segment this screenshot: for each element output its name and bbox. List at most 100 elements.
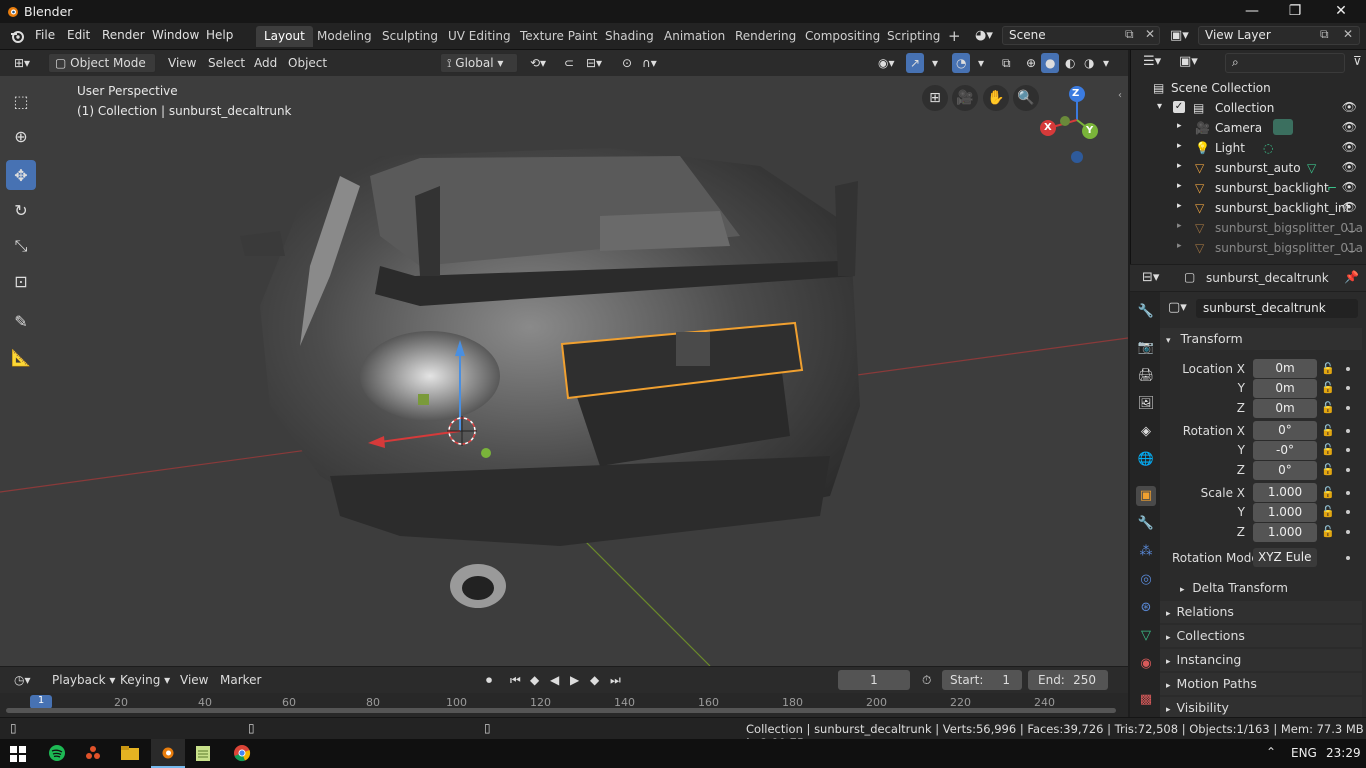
start-frame-field[interactable]: Start: 1 [942,670,1022,690]
menu-object[interactable]: Object [284,53,331,73]
remove-view-layer-icon[interactable]: ✕ [1343,27,1353,41]
eye-icon[interactable]: 👁 [1342,180,1357,194]
scale-y-field[interactable]: 1.000 [1253,503,1317,522]
maximize-button[interactable]: ❐ [1272,0,1318,23]
location-x-field[interactable]: 0m [1253,359,1317,378]
play-reverse-icon[interactable]: ◀ [546,670,563,690]
menu-file[interactable]: File [35,28,55,42]
keyframe-dot-icon[interactable] [1346,510,1350,514]
keyframe-dot-icon[interactable] [1346,367,1350,371]
motion-paths-panel-header[interactable]: ▸ Motion Paths [1160,673,1362,695]
end-frame-field[interactable]: End: 250 [1028,670,1108,690]
outliner-item-mesh[interactable]: ▸ ▽ sunburst_auto ▽ 👁 [1131,158,1366,178]
move-tool-icon[interactable]: ✥ [6,160,36,190]
add-workspace-button[interactable]: + [940,26,969,47]
pivot-point-icon[interactable]: ⟲▾ [526,53,550,73]
eye-icon[interactable]: 👁 [1342,120,1357,134]
overlays-toggle-icon[interactable]: ◔ [952,53,971,73]
transform-tool-icon[interactable]: ⊡ [6,266,36,296]
data-tab-icon[interactable]: ▽ [1136,626,1156,646]
tab-animation[interactable]: Animation [656,26,733,47]
annotate-tool-icon[interactable]: ✎ [6,306,36,336]
overlays-options-icon[interactable]: ▾ [974,53,988,73]
object-datablock-icon[interactable]: ▢▾ [1168,300,1187,315]
preview-range-icon[interactable]: ⏱ [918,670,935,690]
tab-uv-editing[interactable]: UV Editing [440,26,519,47]
outliner-item-mesh[interactable]: ▸ ▽ sunburst_backlight ⌐ 👁 [1131,178,1366,198]
particles-tab-icon[interactable]: ⁂ [1136,542,1156,562]
cursor-tool-icon[interactable]: ⊕ [6,121,36,151]
tab-compositing[interactable]: Compositing [797,26,888,47]
delta-transform-subpanel[interactable]: ▸ Delta Transform [1170,578,1360,598]
object-tab-icon[interactable]: ▣ [1136,486,1156,506]
chrome-icon[interactable] [233,744,251,762]
menu-edit[interactable]: Edit [67,28,90,42]
keyframe-dot-icon[interactable] [1346,530,1350,534]
lock-icon[interactable]: 🔓 [1321,486,1335,500]
location-z-field[interactable]: 0m [1253,399,1317,418]
menu-view[interactable]: View [164,53,200,73]
jump-start-icon[interactable]: ⏮ [506,670,525,690]
menu-help[interactable]: Help [206,28,233,42]
playback-menu[interactable]: Playback ▾ [48,670,119,690]
proportional-falloff-icon[interactable]: ∩▾ [638,53,661,73]
object-name-field[interactable]: sunburst_decaltrunk [1196,299,1358,318]
next-keyframe-icon[interactable]: ◆ [586,670,603,690]
timeline-area[interactable]: 1 20 40 60 80 100 120 140 160 180 200 22… [0,693,1128,717]
material-tab-icon[interactable]: ◉ [1136,654,1156,674]
texture-tab-icon[interactable]: ▩ [1136,690,1156,710]
lock-icon[interactable]: 🔓 [1321,401,1335,415]
outliner-search-input[interactable]: ⌕ [1225,53,1345,73]
checkbox-icon[interactable]: ✓ [1173,101,1185,113]
blender-taskbar-button[interactable] [151,739,185,768]
mode-selector[interactable]: ▢ Object Mode ▾ [48,53,156,88]
play-icon[interactable]: ▶ [566,670,583,690]
lock-icon[interactable]: 🔓 [1321,443,1335,457]
shading-options-icon[interactable]: ▾ [1099,53,1113,73]
world-tab-icon[interactable]: 🌐 [1136,450,1156,470]
tab-modeling[interactable]: Modeling [309,26,380,47]
outliner-item-camera[interactable]: ▸ 🎥 Camera 👁 [1131,118,1366,138]
app-dots-icon[interactable] [84,744,102,762]
menu-render[interactable]: Render [102,28,145,42]
keyframe-dot-icon[interactable] [1346,468,1350,472]
scale-tool-icon[interactable]: ⤡ [6,231,36,261]
select-box-tool-icon[interactable]: ⬚ [6,86,36,116]
lock-icon[interactable]: 🔓 [1321,525,1335,539]
expand-icon[interactable]: ▸ [1177,181,1182,191]
transform-orientation-selector[interactable]: ⟟ Global ▾ [440,53,518,73]
playhead[interactable]: 1 [30,695,52,709]
keyframe-dot-icon[interactable] [1346,448,1350,452]
blender-menu-icon[interactable] [9,28,26,45]
tool-tab-icon[interactable]: 🔧 [1136,302,1156,322]
close-button[interactable]: ✕ [1318,0,1364,23]
editor-type-icon[interactable]: ⊞▾ [10,53,34,73]
file-explorer-icon[interactable] [121,745,139,761]
lock-icon[interactable]: 🔓 [1321,362,1335,376]
new-scene-icon[interactable]: ⧉ [1125,27,1134,42]
view-layer-field[interactable]: View Layer [1198,26,1360,45]
camera-view-icon[interactable]: 🎥 [952,85,978,111]
3d-viewport[interactable]: User Perspective (1) Collection | sunbur… [0,76,1128,666]
notepad-icon[interactable] [195,744,211,762]
snap-icon[interactable]: ⊂ [560,53,578,73]
visibility-icon[interactable]: ◉▾ [874,53,899,73]
expand-icon[interactable]: ▸ [1177,241,1182,251]
lock-icon[interactable]: 🔓 [1321,505,1335,519]
scene-tab-icon[interactable]: ◈ [1136,422,1156,442]
keying-menu[interactable]: Keying ▾ [116,670,174,690]
sidebar-toggle-icon[interactable]: ‹ [1118,90,1122,101]
output-tab-icon[interactable]: 🖨 [1136,366,1156,386]
expand-icon[interactable]: ▸ [1177,221,1182,231]
rotation-mode-dropdown[interactable]: XYZ Eule [1253,548,1317,567]
constraints-tab-icon[interactable]: ⊛ [1136,598,1156,618]
timeline-view-menu[interactable]: View [176,670,212,690]
modifiers-tab-icon[interactable]: 🔧 [1136,514,1156,534]
tab-rendering[interactable]: Rendering [727,26,804,47]
current-frame-field[interactable]: 1 [838,670,910,690]
expand-icon[interactable]: ▸ [1177,201,1182,211]
location-y-field[interactable]: 0m [1253,379,1317,398]
eye-icon[interactable]: 👁 [1342,140,1357,154]
lock-icon[interactable]: 🔓 [1321,424,1335,438]
collections-panel-header[interactable]: ▸ Collections [1160,625,1362,647]
